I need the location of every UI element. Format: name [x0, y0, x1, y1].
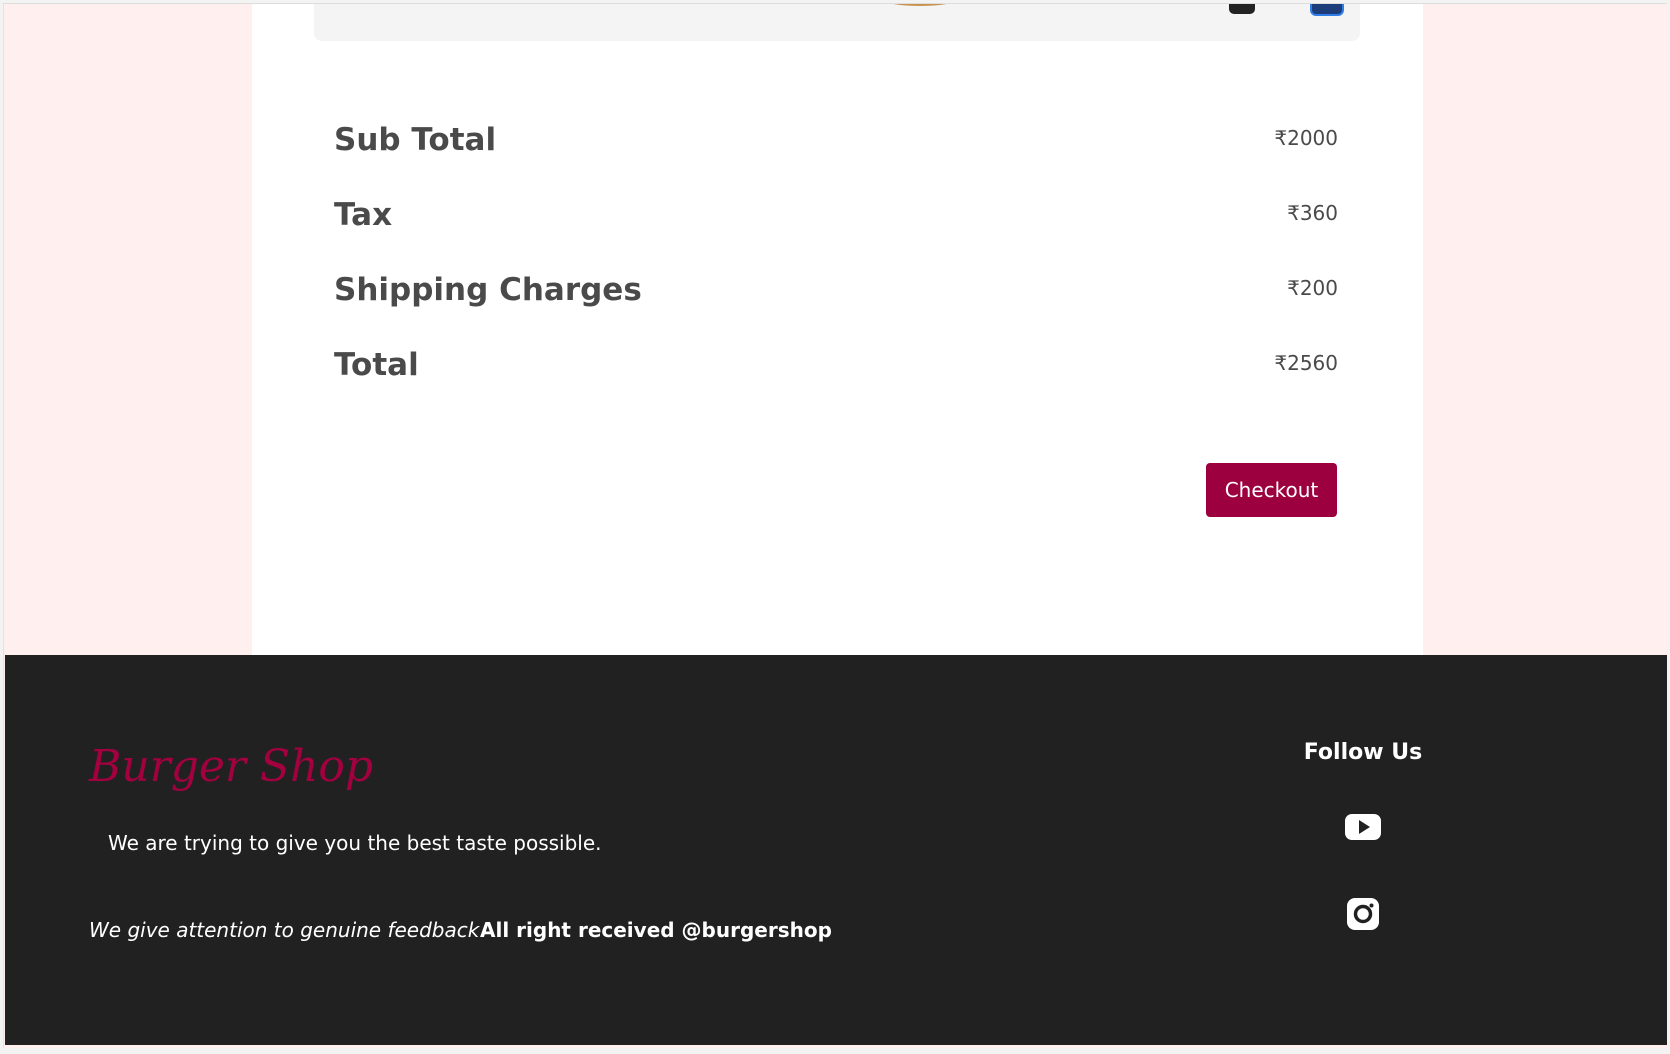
instagram-link[interactable]: [1339, 892, 1387, 936]
summary-row-tax: Tax ₹360: [334, 197, 1338, 247]
burger-image: [854, 4, 974, 10]
instagram-icon: [1347, 898, 1379, 930]
youtube-icon: [1345, 814, 1381, 840]
cart-item-row: [314, 4, 1360, 41]
decrease-quantity-button[interactable]: [1229, 4, 1255, 14]
footer-feedback: We give attention to genuine feedback.: [89, 918, 486, 942]
subtotal-label: Sub Total: [334, 122, 497, 158]
subtotal-value: ₹2000: [1274, 126, 1338, 150]
brand-logo: Burger Shop: [89, 741, 374, 792]
shipping-label: Shipping Charges: [334, 272, 642, 308]
tax-value: ₹360: [1287, 201, 1338, 225]
total-value: ₹2560: [1274, 351, 1338, 375]
summary-row-shipping: Shipping Charges ₹200: [334, 272, 1338, 322]
checkout-button[interactable]: Checkout: [1206, 463, 1337, 517]
youtube-link[interactable]: [1339, 805, 1387, 849]
footer-tagline: We are trying to give you the best taste…: [108, 831, 602, 855]
follow-us-title: Follow Us: [1303, 740, 1423, 765]
cart-panel: Sub Total ₹2000 Tax ₹360 Shipping Charge…: [252, 4, 1423, 655]
summary-row-total: Total ₹2560: [334, 347, 1338, 397]
total-label: Total: [334, 347, 419, 383]
footer-rights: All right received @burgershop: [480, 918, 832, 942]
page: Sub Total ₹2000 Tax ₹360 Shipping Charge…: [3, 3, 1667, 1048]
summary-row-subtotal: Sub Total ₹2000: [334, 122, 1338, 172]
increase-quantity-button[interactable]: [1310, 4, 1344, 16]
footer: Burger Shop We are trying to give you th…: [5, 655, 1667, 1045]
tax-label: Tax: [334, 197, 393, 233]
shipping-value: ₹200: [1287, 276, 1338, 300]
